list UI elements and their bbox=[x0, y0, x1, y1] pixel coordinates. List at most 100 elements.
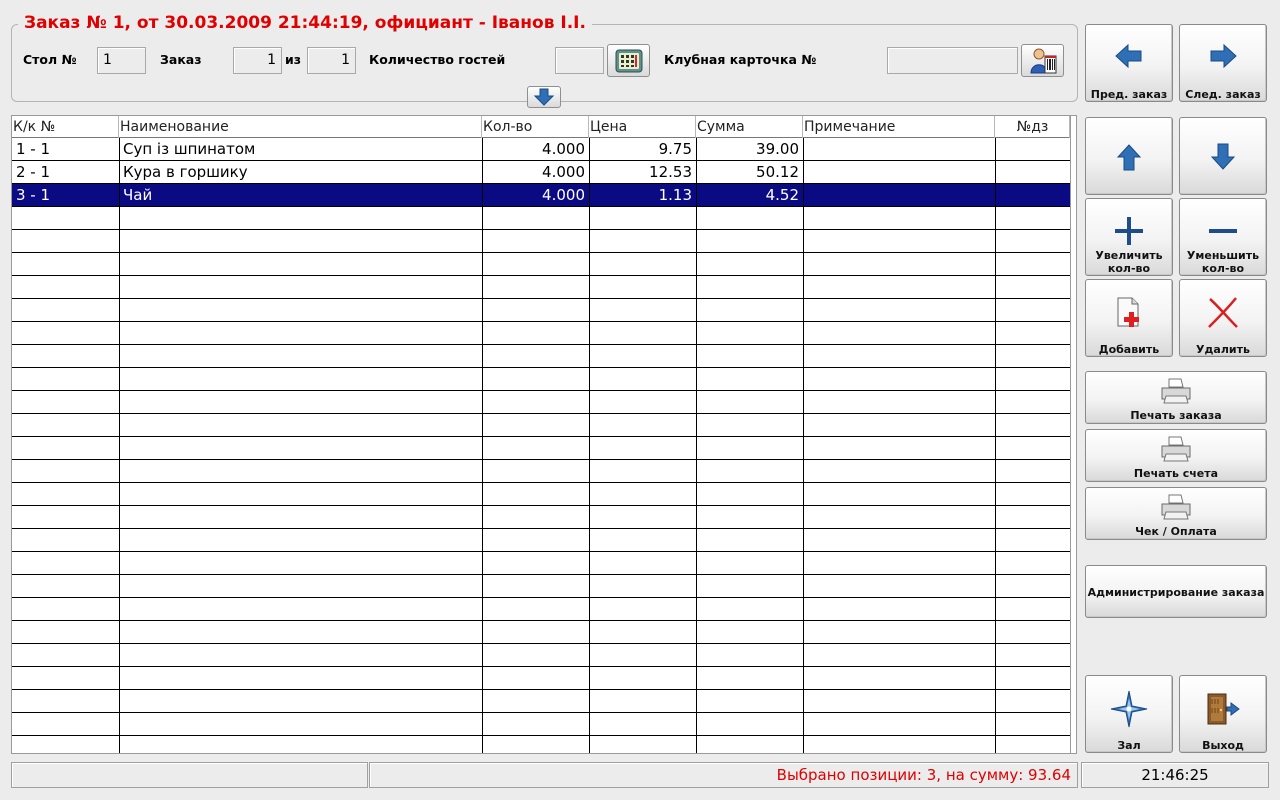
selection-summary: Выбрано позиции: 3, на сумму: 93.64 bbox=[369, 762, 1078, 788]
print-bill-label: Печать счета bbox=[1133, 467, 1219, 480]
empty-table-row[interactable] bbox=[12, 391, 1074, 414]
decrease-quantity-label-line1: Уменьшить bbox=[1186, 249, 1260, 262]
hall-button[interactable]: Зал bbox=[1085, 675, 1173, 753]
cell-price: 9.75 bbox=[658, 140, 692, 158]
empty-table-row[interactable] bbox=[12, 368, 1074, 391]
guests-label: Количество гостей bbox=[369, 52, 506, 67]
column-divider bbox=[995, 138, 996, 753]
decrease-quantity-label-line2: кол-во bbox=[1201, 262, 1245, 275]
order-admin-label: Администрирование заказа bbox=[1087, 586, 1265, 599]
add-item-button[interactable]: Добавить bbox=[1085, 279, 1173, 357]
empty-table-row[interactable] bbox=[12, 598, 1074, 621]
vertical-scrollbar[interactable] bbox=[1070, 116, 1076, 753]
empty-table-row[interactable] bbox=[12, 506, 1074, 529]
empty-table-row[interactable] bbox=[12, 736, 1074, 753]
column-header-sum[interactable]: Сумма bbox=[696, 116, 803, 138]
hall-label: Зал bbox=[1117, 739, 1141, 752]
column-header-name[interactable]: Наименование bbox=[119, 116, 482, 138]
next-order-label: След. заказ bbox=[1185, 88, 1261, 101]
order-items-table[interactable]: К/к № Наименование Кол-во Цена Сумма При… bbox=[11, 115, 1077, 754]
empty-table-row[interactable] bbox=[12, 322, 1074, 345]
table-row[interactable]: 1 - 1 Суп із шпинатом 4.000 9.75 39.00 bbox=[12, 138, 1074, 161]
arrow-right-icon bbox=[1210, 43, 1237, 69]
check-payment-button[interactable]: Чек / Оплата bbox=[1085, 487, 1267, 540]
cell-name: Кура в горшику bbox=[123, 163, 248, 181]
empty-table-row[interactable] bbox=[12, 644, 1074, 667]
cell-qty: 4.000 bbox=[542, 186, 585, 204]
order-admin-button[interactable]: Администрирование заказа bbox=[1085, 565, 1267, 618]
expand-header-button[interactable] bbox=[527, 86, 561, 108]
empty-table-row[interactable] bbox=[12, 621, 1074, 644]
arrow-down-icon bbox=[534, 88, 554, 106]
cell-qty: 4.000 bbox=[542, 163, 585, 181]
cell-kk: 3 - 1 bbox=[16, 186, 51, 204]
status-bar-left bbox=[11, 762, 368, 788]
move-up-button[interactable] bbox=[1085, 117, 1173, 195]
empty-table-row[interactable] bbox=[12, 345, 1074, 368]
column-divider bbox=[696, 138, 697, 753]
empty-table-row[interactable] bbox=[12, 230, 1074, 253]
column-header-dz[interactable]: №дз bbox=[995, 116, 1070, 138]
column-header-qty[interactable]: Кол-во bbox=[482, 116, 589, 138]
order-total-field[interactable]: 1 bbox=[307, 47, 356, 74]
column-divider bbox=[482, 138, 483, 753]
column-header-price[interactable]: Цена bbox=[589, 116, 696, 138]
empty-table-row[interactable] bbox=[12, 575, 1074, 598]
cell-sum: 50.12 bbox=[756, 163, 799, 181]
cell-sum: 4.52 bbox=[765, 186, 799, 204]
column-divider bbox=[589, 138, 590, 753]
empty-table-row[interactable] bbox=[12, 529, 1074, 552]
table-number-field[interactable]: 1 bbox=[97, 47, 146, 74]
add-item-label: Добавить bbox=[1098, 343, 1160, 356]
printer-icon bbox=[1161, 436, 1191, 462]
empty-table-row[interactable] bbox=[12, 552, 1074, 575]
empty-table-row[interactable] bbox=[12, 483, 1074, 506]
print-order-label: Печать заказа bbox=[1130, 409, 1222, 422]
move-down-button[interactable] bbox=[1179, 117, 1267, 195]
print-order-button[interactable]: Печать заказа bbox=[1085, 371, 1267, 424]
empty-table-row[interactable] bbox=[12, 437, 1074, 460]
increase-quantity-button[interactable]: Увеличить кол-во bbox=[1085, 198, 1173, 276]
calculator-button[interactable] bbox=[607, 44, 650, 77]
guests-field[interactable] bbox=[555, 47, 604, 74]
printer-icon bbox=[1161, 378, 1191, 404]
table-row-selected[interactable]: 3 - 1 Чай 4.000 1.13 4.52 bbox=[12, 184, 1074, 207]
table-row[interactable]: 2 - 1 Кура в горшику 4.000 12.53 50.12 bbox=[12, 161, 1074, 184]
clock: 21:46:25 bbox=[1081, 762, 1269, 788]
order-number-field[interactable]: 1 bbox=[233, 47, 282, 74]
empty-table-row[interactable] bbox=[12, 713, 1074, 736]
order-label: Заказ bbox=[160, 52, 202, 67]
increase-quantity-label-line1: Увеличить bbox=[1095, 249, 1163, 262]
empty-table-row[interactable] bbox=[12, 207, 1074, 230]
cell-dz bbox=[995, 138, 1070, 160]
column-header-note[interactable]: Примечание bbox=[803, 116, 995, 138]
empty-table-row[interactable] bbox=[12, 276, 1074, 299]
calculator-icon bbox=[615, 49, 642, 72]
club-card-field[interactable] bbox=[887, 47, 1018, 74]
order-of-label: из bbox=[285, 52, 302, 67]
plus-icon bbox=[1115, 217, 1143, 245]
empty-table-row[interactable] bbox=[12, 299, 1074, 322]
cell-note bbox=[803, 161, 995, 183]
empty-table-row[interactable] bbox=[12, 667, 1074, 690]
club-card-button[interactable] bbox=[1021, 44, 1064, 77]
decrease-quantity-button[interactable]: Уменьшить кол-во bbox=[1179, 198, 1267, 276]
exit-button[interactable]: Выход bbox=[1179, 675, 1267, 753]
exit-label: Выход bbox=[1202, 739, 1244, 752]
column-header-kk[interactable]: К/к № bbox=[12, 116, 119, 138]
next-order-button[interactable]: След. заказ bbox=[1179, 24, 1267, 102]
empty-table-row[interactable] bbox=[12, 414, 1074, 437]
customer-card-icon bbox=[1029, 48, 1056, 73]
delete-item-button[interactable]: Удалить bbox=[1179, 279, 1267, 357]
cell-dz bbox=[995, 161, 1070, 183]
empty-table-row[interactable] bbox=[12, 253, 1074, 276]
cell-sum: 39.00 bbox=[756, 140, 799, 158]
empty-table-row[interactable] bbox=[12, 690, 1074, 713]
cell-note bbox=[803, 138, 995, 160]
print-bill-button[interactable]: Печать счета bbox=[1085, 429, 1267, 482]
column-divider bbox=[119, 138, 120, 753]
cell-kk: 2 - 1 bbox=[16, 163, 51, 181]
prev-order-button[interactable]: Пред. заказ bbox=[1085, 24, 1173, 102]
empty-table-row[interactable] bbox=[12, 460, 1074, 483]
cell-price: 1.13 bbox=[658, 186, 692, 204]
